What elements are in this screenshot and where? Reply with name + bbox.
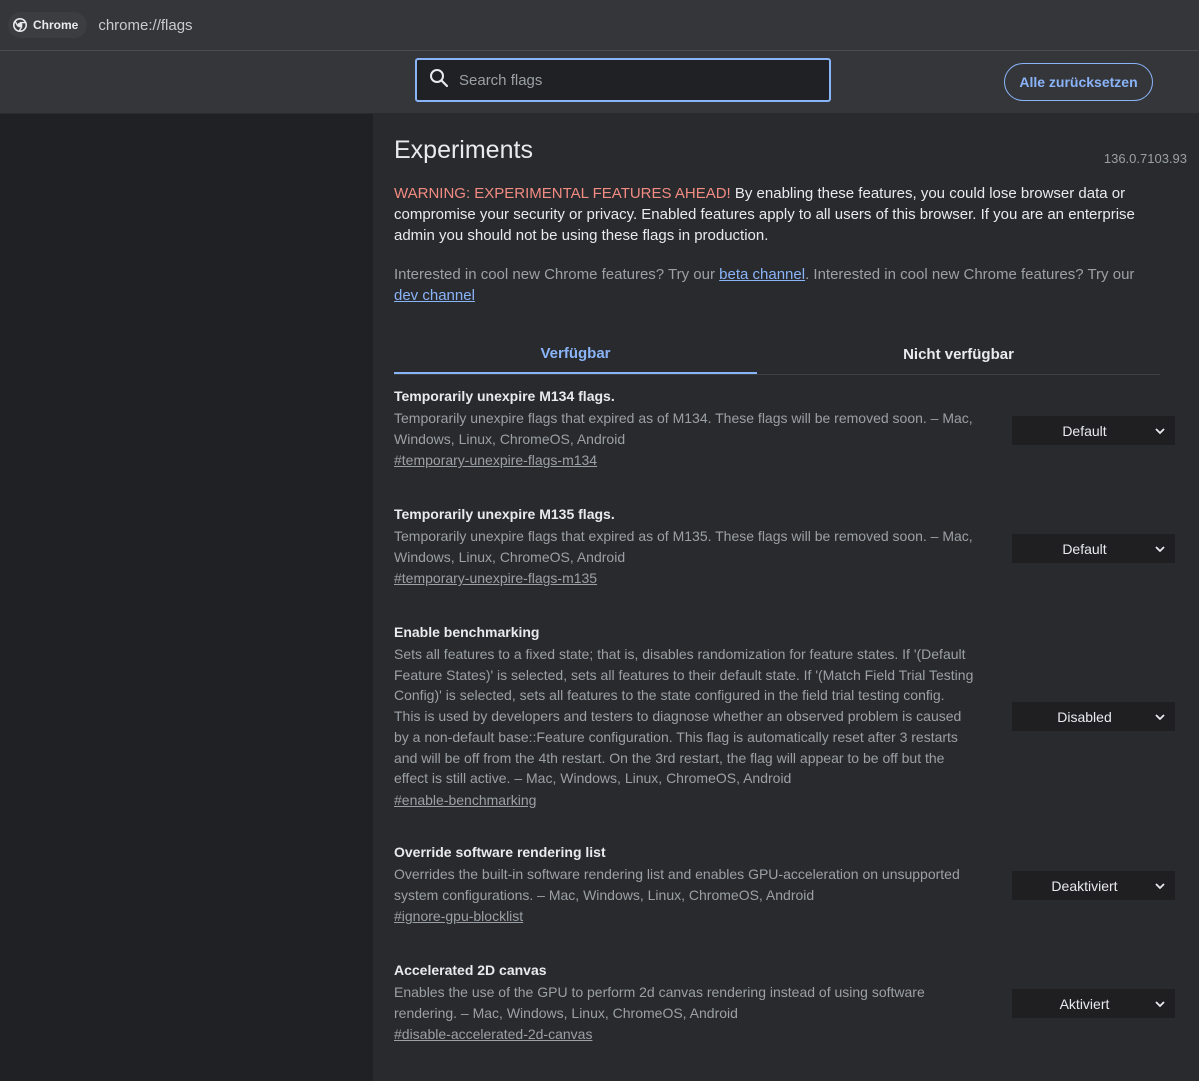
select-value: Aktiviert (1059, 995, 1110, 1012)
experiment-item: Enable benchmarking Sets all features to… (394, 624, 1175, 810)
flags-content: Experiments 136.0.7103.93 WARNING: EXPER… (373, 114, 1199, 1081)
chevron-down-icon (1145, 545, 1175, 553)
site-info-chip[interactable]: Chrome (8, 12, 88, 38)
experiment-select[interactable]: Disabled (1012, 702, 1175, 731)
experiment-description: Temporarily unexpire flags that expired … (394, 410, 973, 447)
experiment-link[interactable]: #disable-accelerated-2d-canvas (394, 1026, 592, 1042)
experiment-description: Sets all features to a fixed state; that… (394, 646, 974, 787)
search-box[interactable] (415, 58, 831, 102)
warning-label: WARNING: EXPERIMENTAL FEATURES AHEAD! (394, 185, 731, 202)
warning-text: WARNING: EXPERIMENTAL FEATURES AHEAD! By… (394, 183, 1154, 246)
experiment-link[interactable]: #temporary-unexpire-flags-m135 (394, 570, 597, 586)
experiment-title: Enable benchmarking (394, 624, 540, 640)
experiment-select[interactable]: Default (1012, 534, 1175, 563)
experiment-description: Temporarily unexpire flags that expired … (394, 528, 973, 565)
experiment-select[interactable]: Default (1012, 416, 1175, 445)
beta-channel-link[interactable]: beta channel (719, 266, 805, 283)
experiment-item: Override software rendering list Overrid… (394, 844, 1175, 926)
promo-text-1: Interested in cool new Chrome features? … (394, 266, 720, 283)
chevron-down-icon (1145, 713, 1175, 721)
dev-channel-link[interactable]: dev channel (394, 287, 475, 304)
channel-promo: Interested in cool new Chrome features? … (394, 264, 1154, 306)
experiment-description: Overrides the built-in software renderin… (394, 866, 960, 903)
experiment-link[interactable]: #temporary-unexpire-flags-m134 (394, 452, 597, 468)
experiment-select[interactable]: Aktiviert (1012, 989, 1175, 1018)
url-text[interactable]: chrome://flags (98, 17, 192, 34)
search-icon (417, 68, 449, 93)
experiment-item: Accelerated 2D canvas Enables the use of… (394, 962, 1175, 1044)
flags-header: Alle zurücksetzen (0, 51, 1199, 114)
select-value: Default (1062, 422, 1107, 439)
chevron-down-icon (1145, 427, 1175, 435)
promo-text-2: . Interested in cool new Chrome features… (805, 266, 1135, 283)
tab-unavailable[interactable]: Nicht verfügbar (777, 334, 1140, 374)
experiment-title: Temporarily unexpire M134 flags. (394, 388, 615, 404)
experiment-item: Temporarily unexpire M135 flags. Tempora… (394, 506, 1175, 588)
search-input[interactable] (457, 70, 801, 90)
experiment-link[interactable]: #enable-benchmarking (394, 792, 536, 808)
version-label: 136.0.7103.93 (1103, 151, 1187, 166)
tab-bar: Verfügbar Nicht verfügbar (394, 334, 1160, 375)
site-info-label: Chrome (33, 18, 79, 32)
select-value: Deaktiviert (1051, 877, 1118, 894)
experiment-title: Accelerated 2D canvas (394, 962, 547, 978)
experiment-description: Enables the use of the GPU to perform 2d… (394, 984, 925, 1021)
experiment-title: Override software rendering list (394, 844, 606, 860)
experiment-link[interactable]: #ignore-gpu-blocklist (394, 908, 523, 924)
experiment-title: Temporarily unexpire M135 flags. (394, 506, 615, 522)
chevron-down-icon (1145, 1000, 1175, 1008)
chrome-logo-icon (13, 18, 27, 32)
chevron-down-icon (1145, 882, 1175, 890)
experiment-select[interactable]: Deaktiviert (1012, 871, 1175, 900)
address-bar: Chrome chrome://flags (0, 0, 1199, 51)
experiment-item: Temporarily unexpire M134 flags. Tempora… (394, 388, 1175, 470)
select-value: Default (1062, 540, 1107, 557)
page-title: Experiments (394, 136, 533, 164)
reset-all-button[interactable]: Alle zurücksetzen (1004, 63, 1153, 101)
tab-available[interactable]: Verfügbar (394, 334, 757, 374)
select-value: Disabled (1057, 708, 1112, 725)
